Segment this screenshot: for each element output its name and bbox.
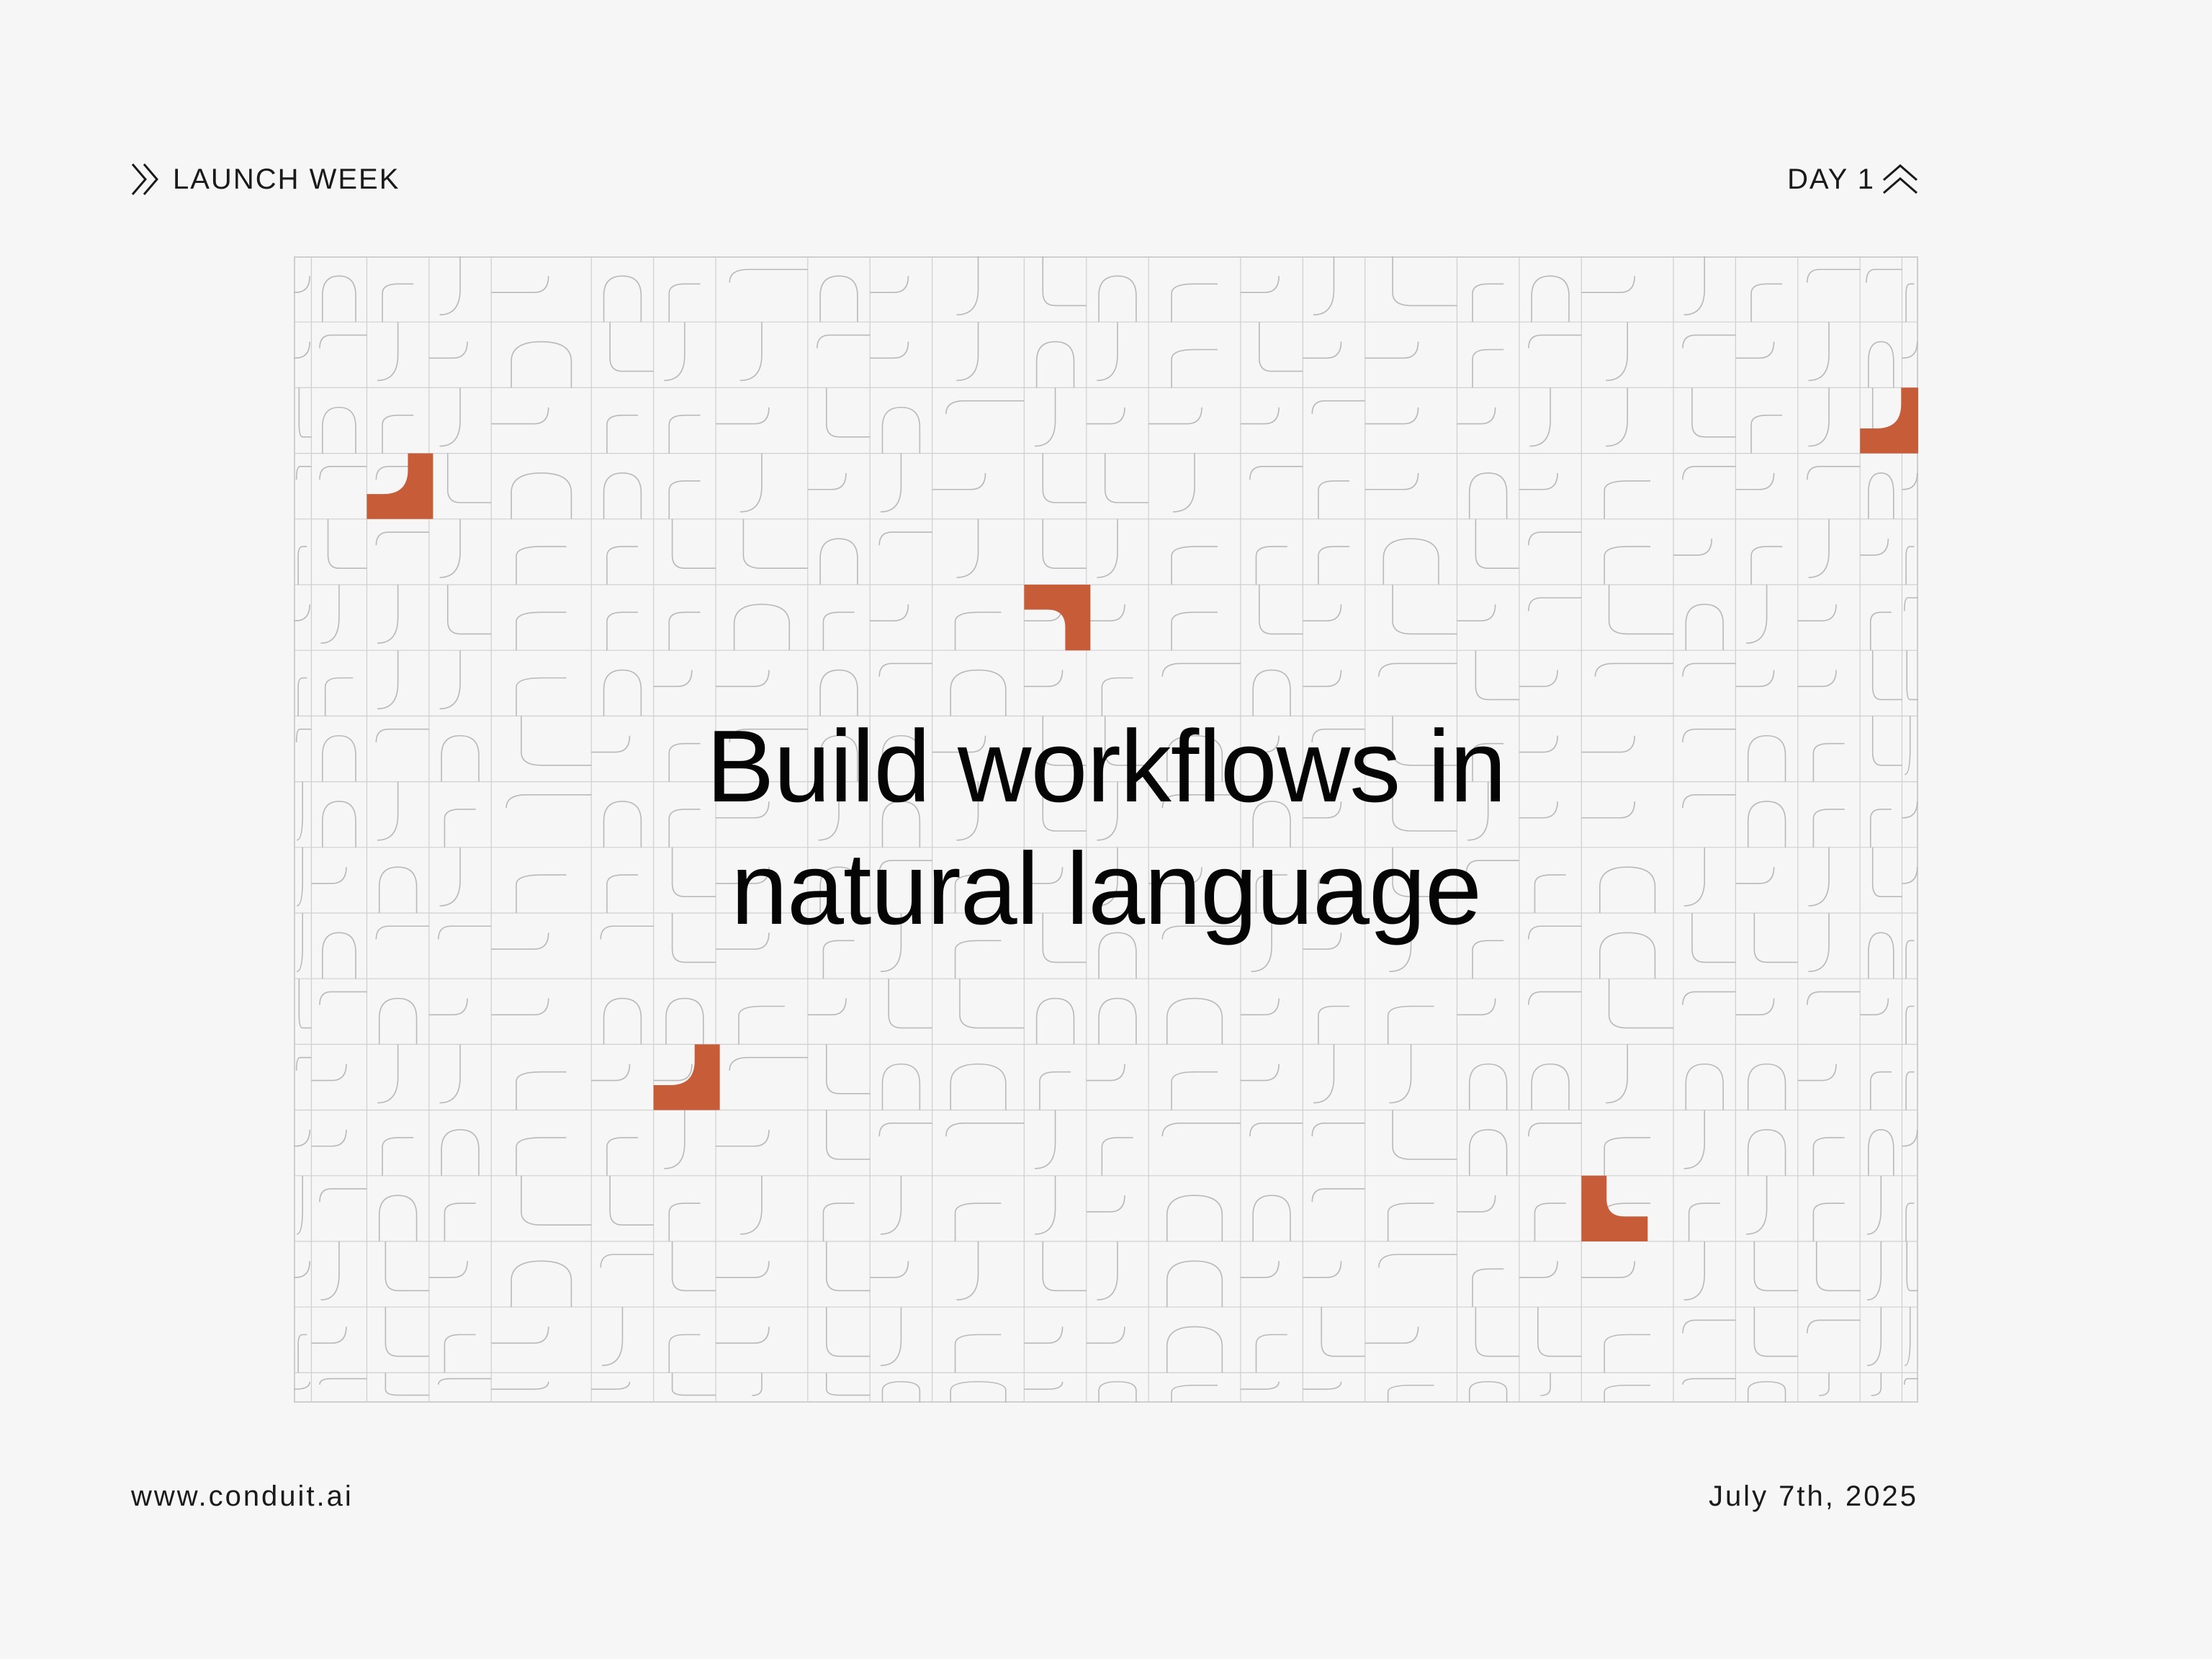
launch-week-text: LAUNCH WEEK [173, 163, 400, 195]
website-link[interactable]: www.conduit.ai [131, 1480, 354, 1513]
accent-tile-5 [1581, 1175, 1648, 1241]
headline: Build workflows in natural language [294, 706, 1918, 950]
headline-line-1: Build workflows in [706, 709, 1507, 824]
headline-line-2: natural language [731, 832, 1482, 946]
double-chevron-up-icon [1882, 163, 1918, 196]
day-label: DAY 1 [1787, 163, 1918, 196]
day-text: DAY 1 [1787, 163, 1875, 195]
launch-week-label: LAUNCH WEEK [130, 163, 400, 196]
date-label: July 7th, 2025 [1708, 1480, 1918, 1512]
double-chevron-right-icon [130, 163, 163, 196]
accent-tile-1 [367, 453, 433, 519]
accent-tile-3 [1860, 387, 1918, 454]
